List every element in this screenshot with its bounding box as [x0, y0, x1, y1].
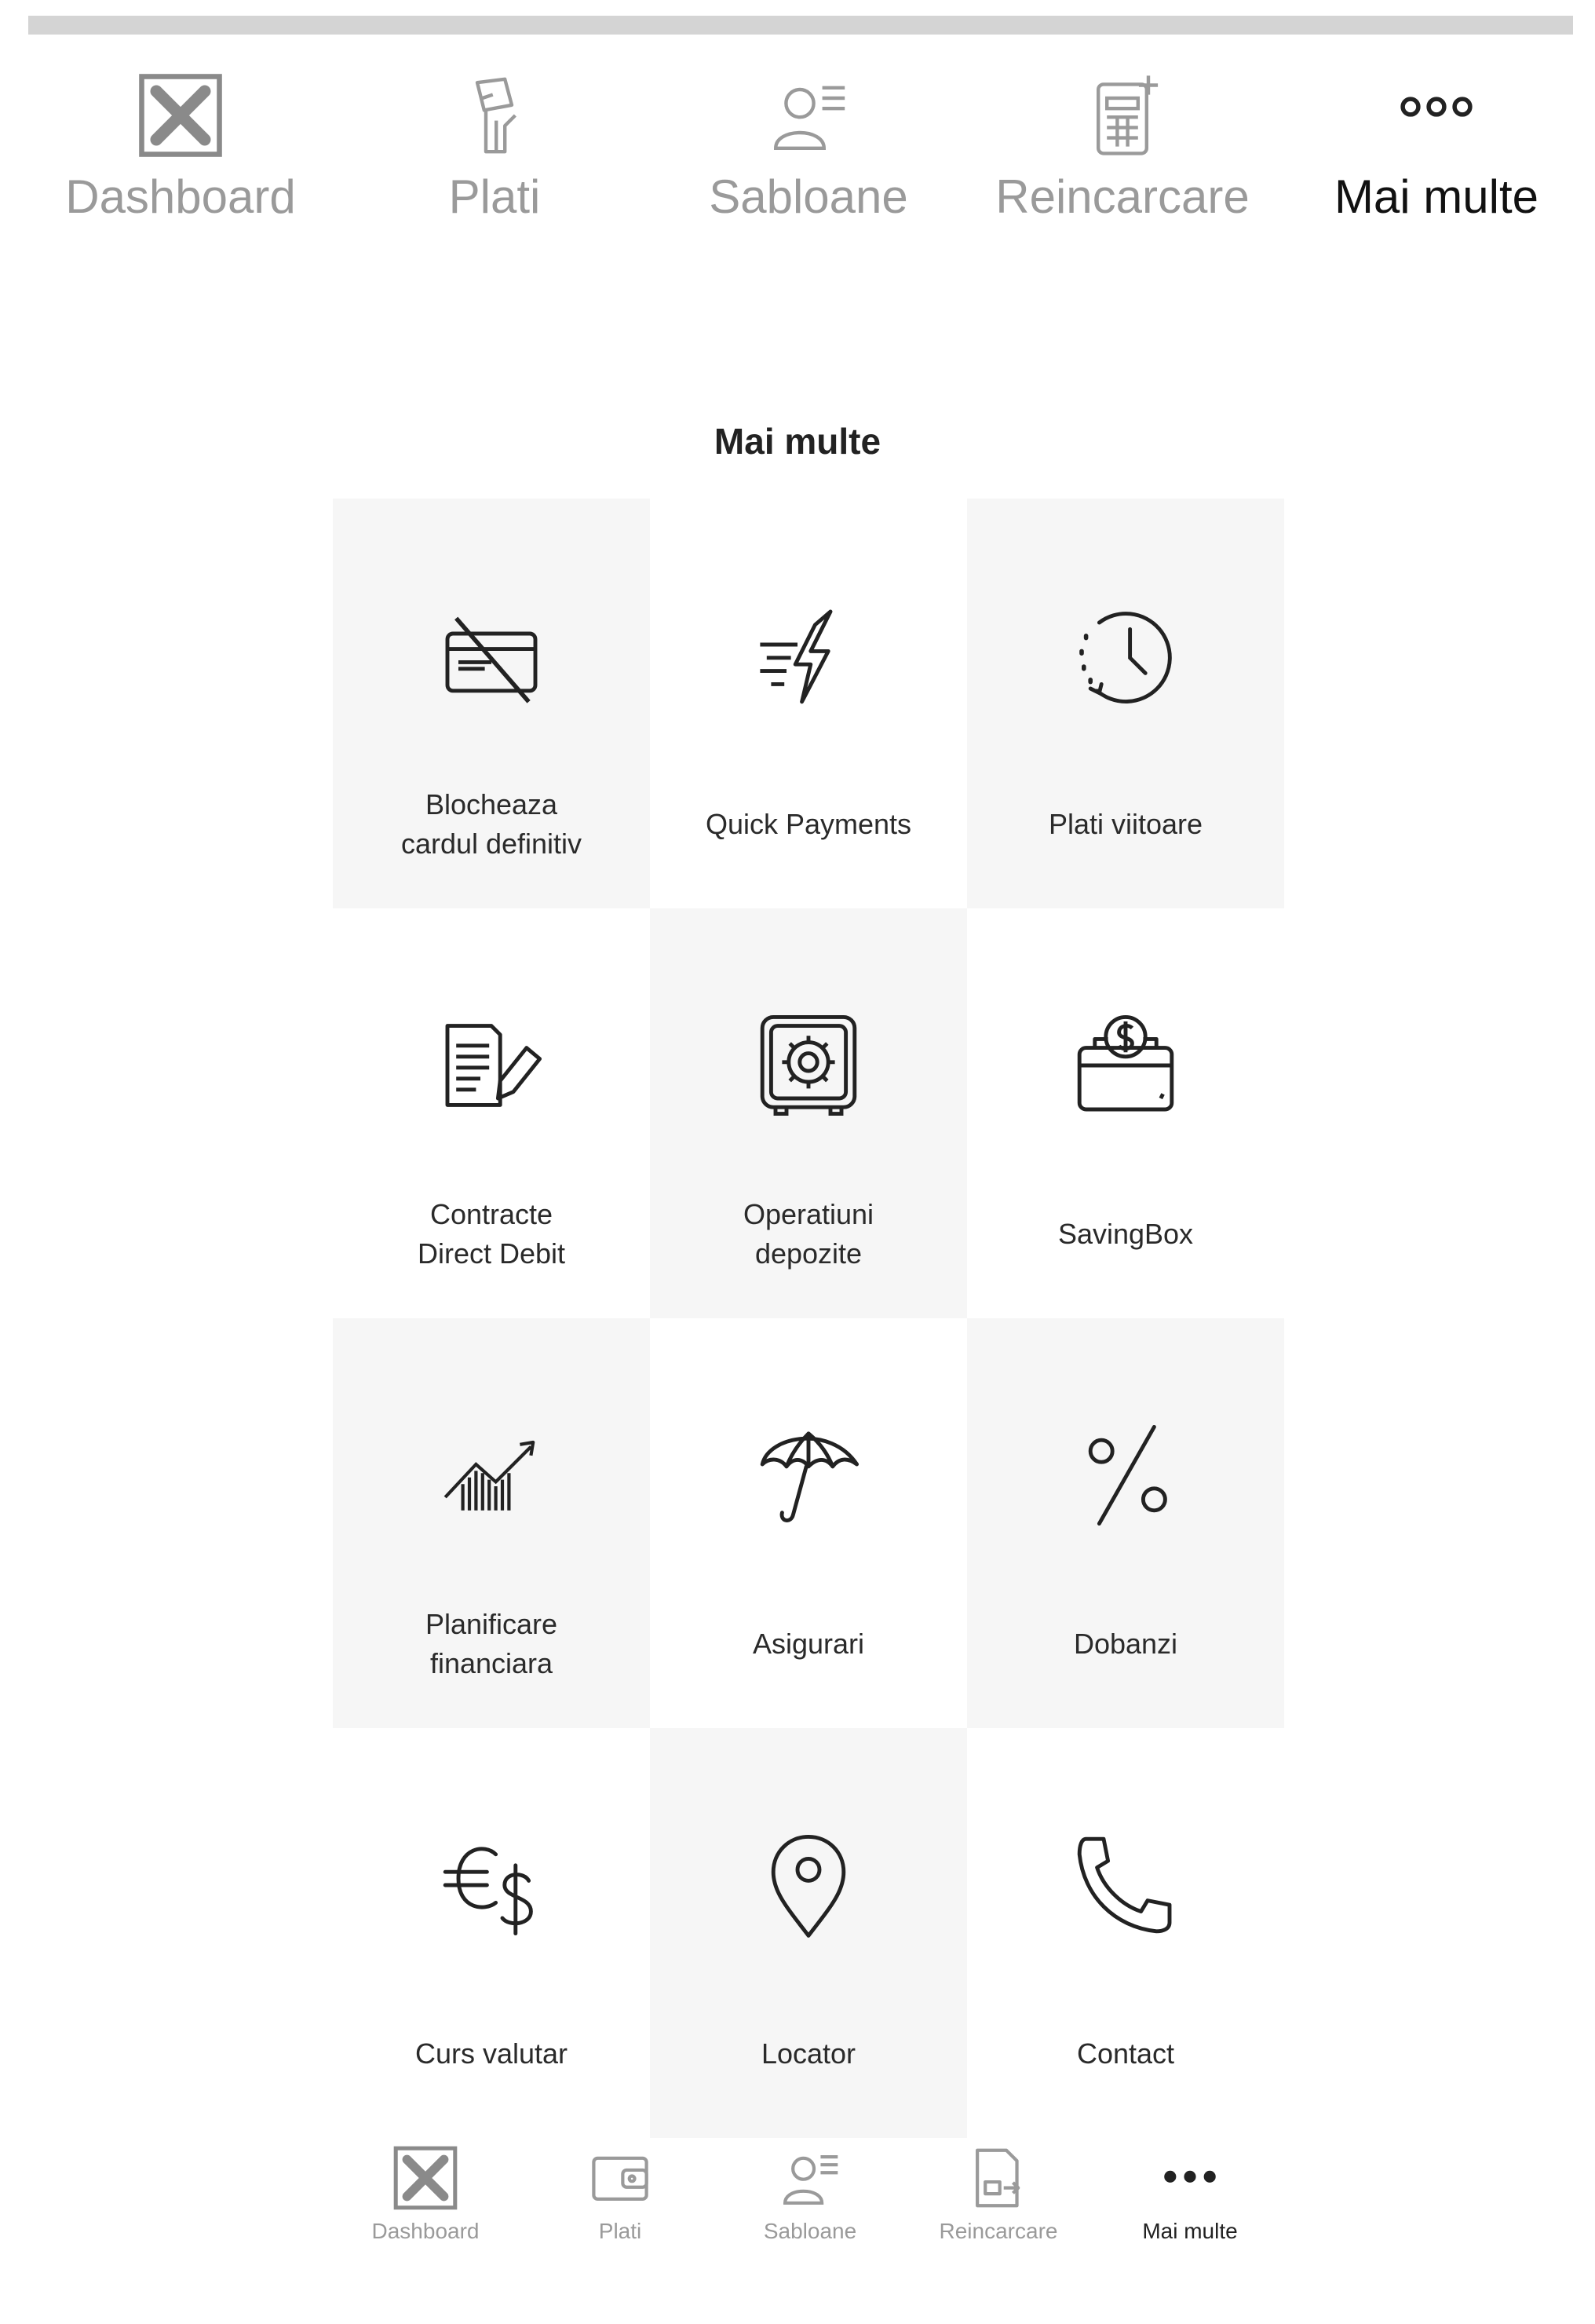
bottom-nav-mai-multe[interactable]: Mai multe: [1096, 2136, 1284, 2293]
features-grid: Blocheaza cardul definitiv Quick Payment…: [333, 499, 1284, 2138]
tile-label: Quick Payments: [705, 808, 912, 840]
bottom-nav-dashboard[interactable]: Dashboard: [331, 2136, 520, 2293]
tile-label: Contracte Direct Debit: [417, 1198, 566, 1270]
tile-direct-debit[interactable]: Contracte Direct Debit: [333, 908, 650, 1318]
percent-icon: [1088, 1424, 1167, 1526]
templates-icon: [783, 2155, 838, 2205]
tile-block-card[interactable]: Blocheaza cardul definitiv: [333, 499, 650, 908]
top-nav-label: Sabloane: [709, 170, 908, 223]
tile-label: Plati viitoare: [1048, 808, 1203, 840]
card-blocked-icon: [445, 616, 538, 703]
lightning-icon: [760, 609, 833, 704]
tile-locator[interactable]: Locator: [650, 1728, 967, 2138]
top-nav-label: Reincarcare: [995, 170, 1250, 223]
top-nav-label: Mai multe: [1334, 170, 1539, 223]
tile-label: Asigurari: [752, 1628, 865, 1660]
growth-chart-icon: [443, 1440, 535, 1511]
bottom-nav-label: Plati: [598, 2219, 642, 2243]
broken-image-icon: [139, 74, 222, 157]
tile-contact[interactable]: Contact: [967, 1728, 1284, 2138]
tile-label: Contact: [1076, 2037, 1175, 2070]
tile-label: Dobanzi: [1073, 1628, 1178, 1660]
tile-label: Operatiuni depozite: [743, 1198, 874, 1270]
top-nav-reincarcare[interactable]: Reincarcare: [965, 63, 1279, 236]
top-up-icon: [1097, 75, 1159, 155]
location-pin-icon: [771, 1834, 846, 1938]
more-dots-icon: [1400, 97, 1473, 117]
tile-label: Blocheaza cardul definitiv: [400, 788, 582, 860]
tile-interest[interactable]: Dobanzi: [967, 1318, 1284, 1728]
bottom-nav-reincarcare[interactable]: Reincarcare: [904, 2136, 1093, 2293]
top-nav-dashboard[interactable]: Dashboard: [24, 63, 338, 236]
tile-label: Locator: [761, 2037, 856, 2070]
top-up-icon: [976, 2148, 1020, 2208]
top-nav-plati[interactable]: Plati: [338, 63, 652, 236]
tile-quick-payments[interactable]: Quick Payments: [650, 499, 967, 908]
templates-icon: [773, 86, 845, 150]
wallet-icon: [592, 2156, 648, 2201]
currency-exchange-icon: [443, 1847, 533, 1936]
top-navigation: Dashboard Plati Sabloane Reincarcare Mai…: [0, 63, 1595, 236]
tile-exchange-rate[interactable]: Curs valutar: [333, 1728, 650, 2138]
umbrella-icon: [760, 1431, 860, 1522]
bottom-nav-label: Dashboard: [371, 2219, 480, 2243]
phone-icon: [1077, 1836, 1172, 1934]
contract-pen-icon: [445, 1024, 542, 1107]
bottom-nav-label: Reincarcare: [939, 2219, 1058, 2243]
top-nav-sabloane[interactable]: Sabloane: [652, 63, 965, 236]
bottom-nav-plati[interactable]: Plati: [526, 2136, 714, 2293]
tile-financial-planning[interactable]: Planificare financiara: [333, 1318, 650, 1728]
tile-label: Planificare financiara: [425, 1608, 558, 1679]
broken-image-icon: [393, 2146, 458, 2210]
page-title: Mai multe: [714, 421, 881, 462]
tile-savingbox[interactable]: SavingBox: [967, 908, 1284, 1318]
clock-icon: [1079, 612, 1172, 703]
scroll-indicator: [28, 16, 1573, 35]
tile-deposits[interactable]: Operatiuni depozite: [650, 908, 967, 1318]
tile-label: Curs valutar: [414, 2037, 568, 2070]
top-nav-label: Dashboard: [65, 170, 296, 223]
more-dots-icon: [1164, 2170, 1216, 2183]
tile-insurance[interactable]: Asigurari: [650, 1318, 967, 1728]
top-nav-mai-multe[interactable]: Mai multe: [1279, 63, 1593, 236]
tile-future-payments[interactable]: Plati viitoare: [967, 499, 1284, 908]
saving-box-icon: [1077, 1014, 1174, 1112]
bottom-nav-label: Sabloane: [763, 2219, 857, 2243]
safe-icon: [760, 1014, 857, 1116]
bottom-nav-label: Mai multe: [1142, 2219, 1238, 2243]
tile-label: SavingBox: [1057, 1218, 1194, 1250]
bottom-nav-sabloane[interactable]: Sabloane: [716, 2136, 904, 2293]
top-nav-label: Plati: [448, 170, 541, 223]
bottom-navigation: Dashboard Plati Sabloane Reincarcare Mai…: [0, 2136, 1595, 2293]
payment-hand-icon: [475, 77, 516, 154]
